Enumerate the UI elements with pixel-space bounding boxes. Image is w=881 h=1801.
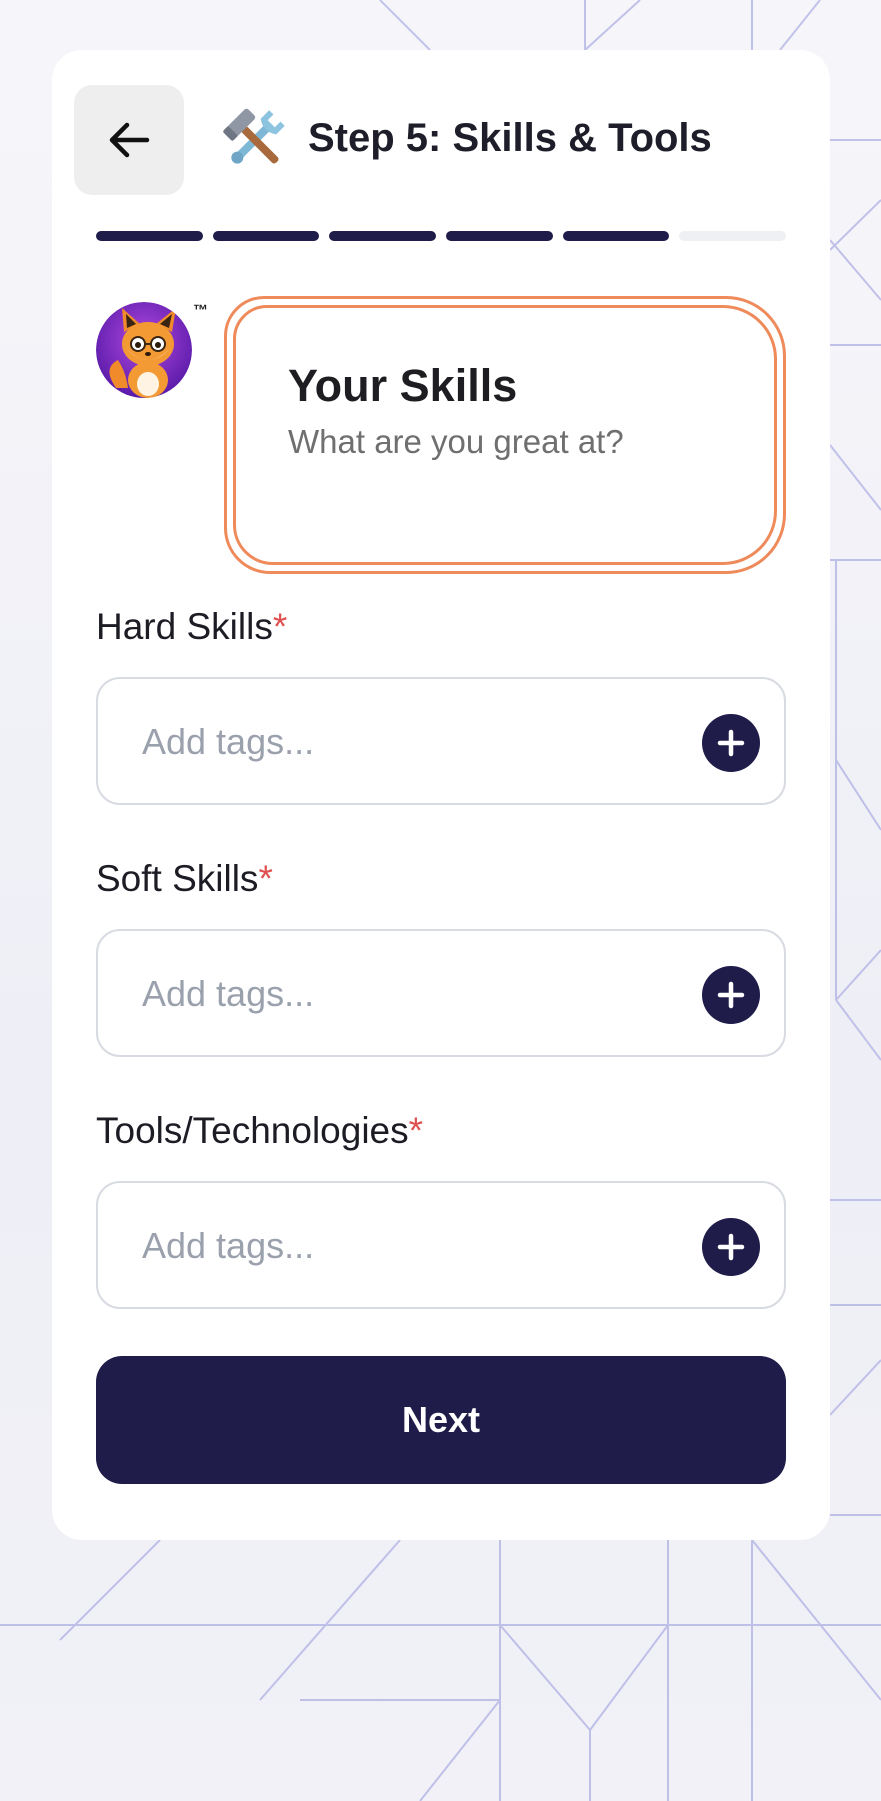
intro-subtitle: What are you great at? bbox=[288, 423, 624, 460]
plus-icon bbox=[717, 729, 745, 757]
progress-segment-incomplete bbox=[679, 231, 787, 241]
tools-technologies-field bbox=[96, 1181, 786, 1309]
add-hard-skill-button[interactable] bbox=[702, 714, 760, 772]
soft-skills-input[interactable] bbox=[142, 967, 662, 1021]
plus-icon bbox=[717, 981, 745, 1009]
required-asterisk: * bbox=[258, 858, 273, 899]
hammer-and-wrench-icon bbox=[220, 105, 290, 175]
progress-segment-complete bbox=[446, 231, 553, 241]
hard-skills-input[interactable] bbox=[142, 715, 662, 769]
required-asterisk: * bbox=[272, 606, 288, 647]
next-button[interactable]: Next bbox=[96, 1356, 786, 1484]
progress-segment-complete bbox=[212, 231, 320, 241]
soft-skills-label-text: Soft Skills bbox=[96, 858, 259, 899]
hard-skills-label-text: Hard Skills bbox=[96, 606, 273, 647]
required-asterisk: * bbox=[408, 1110, 424, 1151]
trademark-symbol: ™ bbox=[193, 302, 208, 319]
soft-skills-field bbox=[96, 929, 786, 1057]
intro-title: Your Skills bbox=[288, 360, 518, 411]
step-progress-bar bbox=[96, 231, 787, 241]
page-title: Step 5: Skills & Tools bbox=[308, 116, 712, 160]
skills-form-card: Step 5: Skills & Tools ™ Your Skills Wha… bbox=[52, 50, 830, 1540]
hard-skills-label: Hard Skills* bbox=[96, 606, 287, 648]
tools-technologies-label-text: Tools/Technologies bbox=[96, 1110, 409, 1151]
back-button[interactable] bbox=[74, 85, 184, 195]
progress-segment-complete bbox=[96, 231, 203, 241]
progress-segment-complete bbox=[562, 231, 670, 241]
tools-technologies-label: Tools/Technologies* bbox=[96, 1110, 423, 1152]
hard-skills-field bbox=[96, 677, 786, 805]
arrow-left-icon bbox=[109, 122, 150, 158]
add-tool-button[interactable] bbox=[702, 1218, 760, 1276]
tools-technologies-input[interactable] bbox=[142, 1219, 662, 1273]
plus-icon bbox=[717, 1233, 745, 1261]
fox-mascot-icon bbox=[96, 302, 192, 398]
progress-segment-complete bbox=[329, 231, 437, 241]
soft-skills-label: Soft Skills* bbox=[96, 858, 273, 900]
add-soft-skill-button[interactable] bbox=[702, 966, 760, 1024]
